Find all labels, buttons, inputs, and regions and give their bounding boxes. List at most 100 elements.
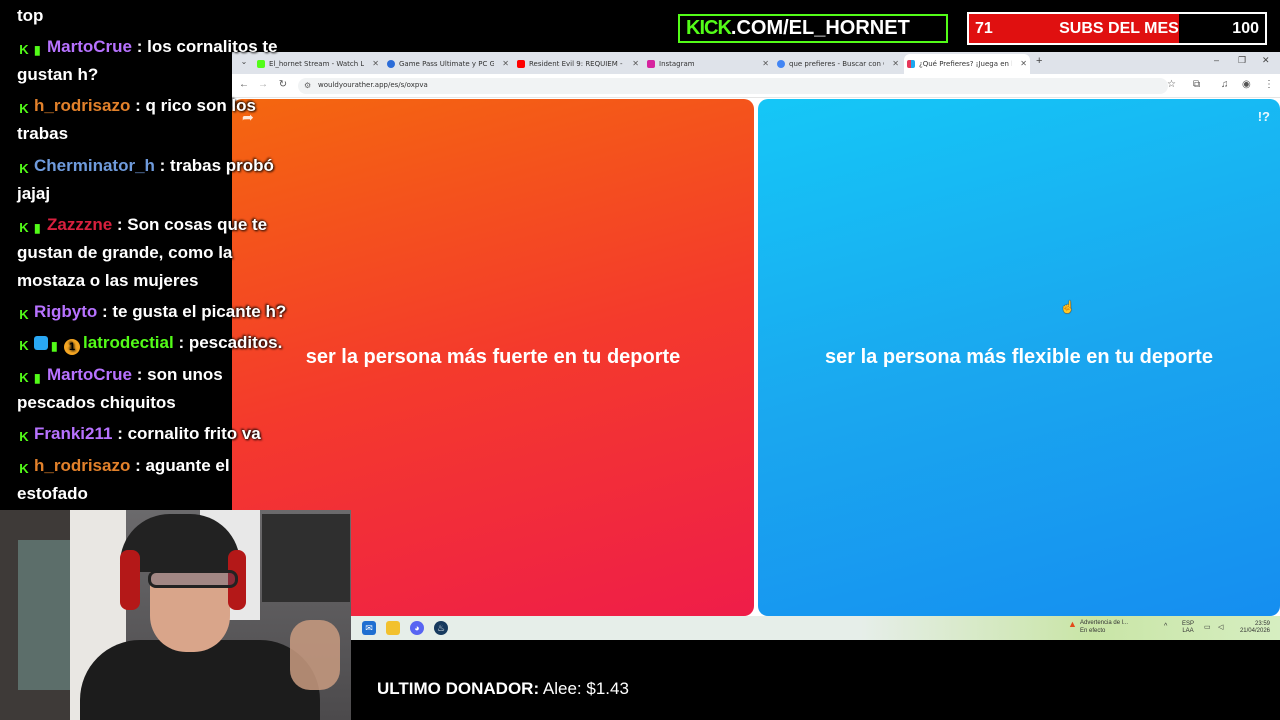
chat-message: K ▮ MartoCrue : los cornalitos te gustan h… [17,33,302,89]
kick-badge-icon: K [19,461,29,476]
kick-badge-icon: K [19,220,29,235]
restore-button[interactable]: ❐ [1238,55,1246,66]
steam-icon[interactable]: ♨ [434,621,448,635]
chat-message: K ▮ Zazzzne : Son cosas que te gustan de g… [17,211,302,295]
warning-title: Advertencia de l... [1080,620,1129,626]
subs-title: SUBS DEL MES [1059,20,1179,37]
close-icon[interactable]: ✕ [372,54,379,74]
address-bar: ← → ↻ ⚙ wouldyourather.app/es/s/oxpva ☆ … [232,74,1280,98]
chat-fragment: top [17,6,44,25]
chat-username[interactable]: h_rodrisazo [34,96,130,115]
sub-badge-icon: ▮ [51,339,58,353]
option-a-text: ser la persona más fuerte en tu deporte [305,346,681,368]
close-icon[interactable]: ✕ [892,54,899,74]
extensions-icon[interactable]: ⧉ [1193,79,1200,90]
tab-que-prefieres[interactable]: ¿Qué Prefieres? ¡Juega en línea! ✕ [904,54,1030,74]
gift-badge-icon [34,336,48,350]
webcam-monitor [262,514,350,602]
chat-text: : cornalito frito va [117,424,261,443]
chat-username[interactable]: Cherminator_h [34,156,155,175]
channel-url: .COM/EL_HORNET [730,17,910,39]
chat-username[interactable]: Franki211 [34,424,112,443]
taskbar: ✉ ◕ ♨ ▲ Advertencia de l... En efecto ^ … [232,616,1280,640]
language-code: ESP [1182,621,1195,627]
url-text: wouldyourather.app/es/s/oxpva [318,81,428,89]
warning-subtitle: En efecto [1080,628,1106,634]
chat-message: K ▮ 1 latrodectial : pescaditos. [17,329,302,357]
chat-text: : pescaditos. [178,333,283,352]
warning-icon: ▲ [1068,619,1077,629]
tab-title: Instagram [659,60,695,68]
close-window-button[interactable]: ✕ [1262,55,1270,66]
chat-message: K Franki211 : cornalito frito va [17,420,302,448]
sub-badge-icon: ▮ [34,371,41,385]
clock-date: 21/04/2026 [1239,628,1270,634]
stream-chat: top K ▮ MartoCrue : los cornalitos te gust… [0,0,300,510]
keyboard-layout: LAA [1182,628,1194,634]
tab-resident-evil[interactable]: Resident Evil 9: REQUIEM - Peli... ✕ [514,54,642,74]
tab-title: ¿Qué Prefieres? ¡Juega en línea! [919,60,1012,68]
chat-username[interactable]: MartoCrue [47,37,132,56]
kick-channel-banner: KICK.COM/EL_HORNET [678,14,948,43]
option-b-card[interactable]: !? ser la persona más flexible en tu dep… [758,99,1280,616]
help-icon[interactable]: !? [1258,109,1270,124]
menu-icon[interactable]: ⋮ [1264,79,1274,90]
kick-logo: KICK [686,17,732,39]
language-indicator[interactable]: ESP LAA [1182,621,1194,635]
xbox-favicon-icon [387,60,395,68]
chat-username[interactable]: Zazzzne [47,215,112,234]
close-icon[interactable]: ✕ [502,54,509,74]
kick-badge-icon: K [19,429,29,444]
kick-badge-icon: K [19,338,29,353]
youtube-favicon-icon [517,60,525,68]
kick-badge-icon: K [19,42,29,57]
file-explorer-icon[interactable] [386,621,400,635]
bookmark-star-icon[interactable]: ☆ [1167,79,1176,90]
kick-badge-icon: K [19,161,29,176]
tab-title: que prefieres - Buscar con Goo... [789,60,884,68]
media-control-icon[interactable]: ♫ [1221,79,1229,90]
subs-goal-bar: 71 SUBS DEL MES 100 [967,12,1267,45]
chat-message: K ▮ MartoCrue : son unos pescados chiquito… [17,361,302,417]
warning-notification[interactable]: ▲ Advertencia de l... En efecto [1068,619,1129,635]
close-icon[interactable]: ✕ [1020,54,1027,74]
mouse-cursor-icon: ☝ [1060,300,1075,314]
tray-chevron-icon[interactable]: ^ [1164,623,1167,630]
network-icon[interactable]: ▭ [1204,623,1211,631]
minimize-button[interactable]: – [1214,55,1219,65]
site-info-icon[interactable]: ⚙ [304,81,311,90]
tab-google-search[interactable]: que prefieres - Buscar con Goo... ✕ [774,54,902,74]
webcam-headphones [120,550,140,610]
coin-badge-icon: 1 [64,339,80,355]
close-icon[interactable]: ✕ [632,54,639,74]
tab-game-pass[interactable]: Game Pass Ultimate y PC Game... ✕ [384,54,512,74]
volume-icon[interactable]: ◁ [1218,623,1223,631]
tab-title: Resident Evil 9: REQUIEM - Peli... [529,60,624,68]
chat-username[interactable]: h_rodrisazo [34,456,130,475]
chat-message: Kh_rodrisazo : aguante el estofado [17,452,302,508]
wouldyourather-favicon-icon [907,60,915,68]
webcam-hand [290,620,340,690]
tab-instagram[interactable]: Instagram ✕ [644,54,772,74]
chat-username[interactable]: MartoCrue [47,365,132,384]
url-input[interactable]: ⚙ wouldyourather.app/es/s/oxpva [298,78,1168,94]
chat-text: : te gusta el picante h? [102,302,287,321]
close-icon[interactable]: ✕ [762,54,769,74]
chat-username[interactable]: Rigbyto [34,302,97,321]
new-tab-button[interactable]: + [1036,55,1042,67]
chat-message: Kh_rodrisazo : q rico son los trabas [17,92,302,148]
outlook-icon[interactable]: ✉ [362,621,376,635]
discord-icon[interactable]: ◕ [410,621,424,635]
subs-target: 100 [1232,20,1259,37]
system-clock[interactable]: 23:59 21/04/2026 [1236,621,1270,635]
sub-badge-icon: ▮ [34,43,41,57]
chat-username[interactable]: latrodectial [83,333,174,352]
webcam-glasses [148,570,238,588]
kick-badge-icon: K [19,101,29,116]
donor-value: Alee: $1.43 [542,679,629,698]
page-content: ➦ ser la persona más fuerte en tu deport… [232,98,1280,616]
sub-badge-icon: ▮ [34,221,41,235]
tab-title: Game Pass Ultimate y PC Game... [399,60,494,68]
browser-window: ⌄ El_hornet Stream - Watch Live ✕ Game P… [232,52,1280,640]
profile-icon[interactable]: ◉ [1242,79,1251,90]
